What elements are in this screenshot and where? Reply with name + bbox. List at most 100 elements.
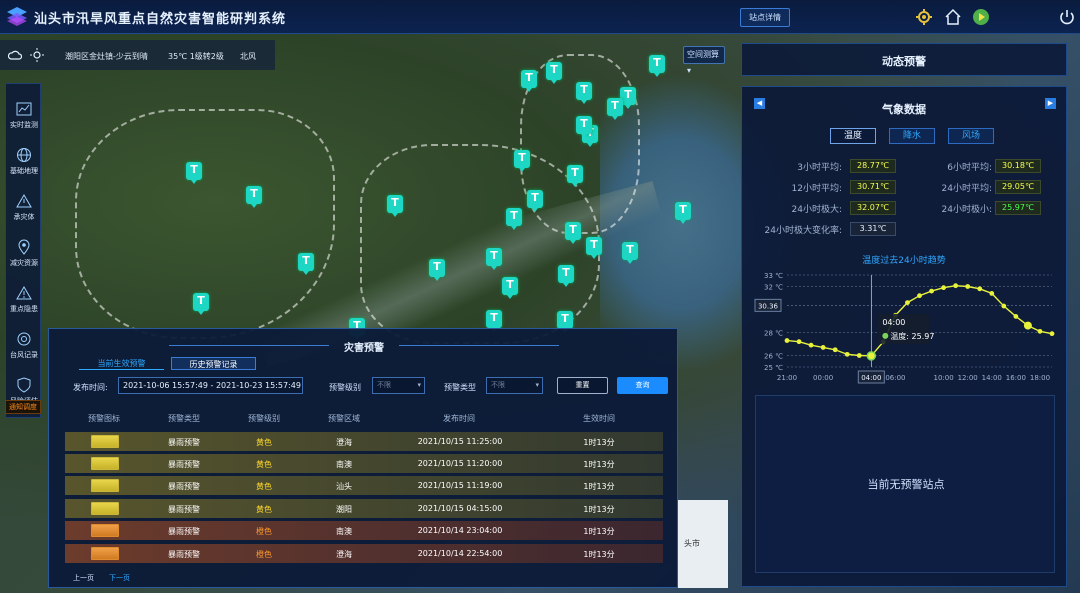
warning-level-select[interactable]: 不限	[372, 377, 425, 394]
station-marker-icon[interactable]: T	[298, 253, 314, 275]
temperature-trend-chart[interactable]: 25 ℃ 26 ℃ 28 ℃ 30.36 32 ℃ 33 ℃ 21:00 00:00 04:00…	[752, 267, 1057, 387]
no-warning-message: 当前无预警站点	[867, 478, 945, 491]
sidebar-item-base-geography[interactable]: 基础地理	[6, 140, 42, 184]
sidebar-item-typhoon-records[interactable]: 台风记录	[6, 324, 42, 368]
station-marker-icon[interactable]: T	[558, 265, 574, 287]
data-point	[965, 284, 971, 289]
station-marker-icon[interactable]: T	[429, 259, 445, 281]
sidebar-item-disaster-body[interactable]: 承灾体	[6, 186, 42, 230]
minimap-label: 头市	[684, 539, 700, 548]
station-marker-icon[interactable]: T	[521, 70, 537, 92]
x-tick-label: 12:00	[958, 374, 978, 382]
sidebar-item-realtime-monitor[interactable]: 实时监测	[6, 94, 42, 138]
tab-temperature[interactable]: 温度	[830, 128, 876, 144]
station-marker-icon[interactable]: T	[506, 208, 522, 230]
data-point	[989, 291, 995, 296]
settings-gear-icon[interactable]	[915, 8, 933, 26]
avg6-value: 30.18℃	[995, 159, 1041, 173]
left-sidebar: 实时监测 基础地理 承灾体 减灾资源 重点隐患 台风记录 风险评估	[5, 83, 41, 418]
station-marker-icon[interactable]: T	[514, 150, 530, 172]
station-marker-icon[interactable]: T	[246, 186, 262, 208]
rainstorm-yellow-icon	[91, 479, 119, 492]
user-avatar-icon[interactable]	[972, 8, 990, 26]
data-point	[1013, 314, 1019, 319]
weather-wind-direction: 北风	[240, 52, 256, 61]
avg24-value: 29.05℃	[995, 180, 1041, 194]
tab-history-records[interactable]: 历史预警记录	[171, 357, 256, 370]
station-marker-icon[interactable]: T	[387, 195, 403, 217]
data-point	[784, 338, 790, 343]
station-marker-icon[interactable]: T	[557, 311, 573, 333]
data-point	[929, 288, 934, 294]
table-row[interactable]: 暴雨预警 橙色 澄海 2021/10/14 22:54:00 1时13分	[65, 544, 663, 563]
warning-level-label: 预警级别	[329, 383, 361, 392]
data-point	[977, 286, 983, 292]
max24-value: 32.07℃	[850, 201, 896, 215]
data-point	[1001, 303, 1007, 309]
y-tick-label: 26 ℃	[764, 353, 783, 361]
table-row[interactable]: 暴雨预警 黄色 潮阳 2021/10/15 04:15:00 1时13分	[65, 499, 663, 518]
dynamic-warning-title: 动态预警	[882, 55, 926, 68]
warning-type-select[interactable]: 不限	[486, 377, 543, 394]
data-point	[808, 342, 814, 348]
data-point	[866, 351, 877, 361]
weather-location: 潮阳区金灶镇-少云到晴	[65, 52, 148, 61]
reset-button[interactable]: 重置	[557, 377, 608, 394]
typhoon-icon	[17, 332, 31, 346]
data-point	[820, 345, 826, 350]
station-marker-icon[interactable]: T	[502, 277, 518, 299]
app-header: 汕头市汛旱风重点自然灾害智能研判系统 站点详情	[0, 0, 1080, 34]
station-marker-icon[interactable]: T	[186, 162, 202, 184]
station-marker-icon[interactable]: T	[193, 293, 209, 315]
rainstorm-orange-icon	[91, 524, 119, 537]
station-marker-icon[interactable]: T	[567, 165, 583, 187]
table-row[interactable]: 暴雨预警 橙色 南澳 2021/10/14 23:04:00 1时13分	[65, 521, 663, 540]
space-measure-select[interactable]: 空间测算 ▾	[683, 46, 725, 75]
table-row[interactable]: 暴雨预警 黄色 南澳 2021/10/15 11:20:00 1时13分	[65, 454, 663, 473]
rainstorm-yellow-icon	[91, 435, 119, 448]
table-row[interactable]: 暴雨预警 黄色 汕头 2021/10/15 11:19:00 1时13分	[65, 476, 663, 495]
station-marker-icon[interactable]: T	[527, 190, 543, 212]
station-marker-icon[interactable]: T	[675, 202, 691, 224]
tab-precipitation[interactable]: 降水	[889, 128, 935, 144]
rainstorm-yellow-icon	[91, 502, 119, 515]
app-logo-icon	[7, 7, 27, 26]
power-logout-icon[interactable]	[1058, 8, 1076, 26]
station-marker-icon[interactable]: T	[649, 55, 665, 77]
home-icon[interactable]	[944, 8, 962, 26]
x-tick-label: 21:00	[777, 374, 797, 382]
station-marker-icon[interactable]: T	[486, 248, 502, 270]
change24-value: 3.31℃	[850, 222, 896, 236]
data-point	[844, 351, 850, 357]
table-header: 预警图标 预警类型 预警级别 预警区域 发布时间 生效时间	[88, 414, 615, 423]
cloud-icon	[8, 50, 22, 60]
chart-title: 温度过去24小时趋势	[862, 256, 946, 266]
station-detail-button[interactable]: 站点详情	[740, 8, 790, 27]
sidebar-item-key-hazards[interactable]: 重点隐患	[6, 278, 42, 322]
notify-dispatch-button[interactable]: 通知调度	[5, 400, 41, 414]
tab-wind-field[interactable]: 风场	[948, 128, 994, 144]
station-marker-icon[interactable]: T	[576, 82, 592, 104]
prev-page-button[interactable]: 上一页	[73, 573, 94, 583]
station-marker-icon[interactable]: T	[586, 237, 602, 259]
next-page-button[interactable]: 下一页	[109, 573, 130, 583]
data-point	[796, 339, 802, 345]
station-marker-icon[interactable]: T	[486, 310, 502, 332]
query-button[interactable]: 查询	[617, 377, 668, 394]
station-marker-icon[interactable]: T	[607, 98, 623, 120]
mini-map-thumbnail[interactable]: 头市	[678, 500, 728, 588]
station-marker-icon[interactable]: T	[576, 116, 592, 138]
tab-current-warnings[interactable]: 当前生效预警	[79, 357, 164, 370]
station-marker-icon[interactable]: T	[622, 242, 638, 264]
rainstorm-orange-icon	[91, 547, 119, 560]
station-marker-icon[interactable]: T	[546, 62, 562, 84]
globe-icon	[17, 148, 31, 162]
publish-time-range-input[interactable]: 2021-10-06 15:57:49 - 2021-10-23 15:57:4…	[118, 377, 303, 394]
data-point	[953, 283, 959, 289]
station-marker-icon[interactable]: T	[565, 222, 581, 244]
data-point	[905, 300, 910, 305]
sidebar-item-relief-resources[interactable]: 减灾资源	[6, 232, 42, 276]
x-tick-label: 06:00	[885, 374, 905, 382]
table-row[interactable]: 暴雨预警 黄色 澄海 2021/10/15 11:25:00 1时13分	[65, 432, 663, 451]
x-tick-label: 00:00	[813, 374, 833, 382]
